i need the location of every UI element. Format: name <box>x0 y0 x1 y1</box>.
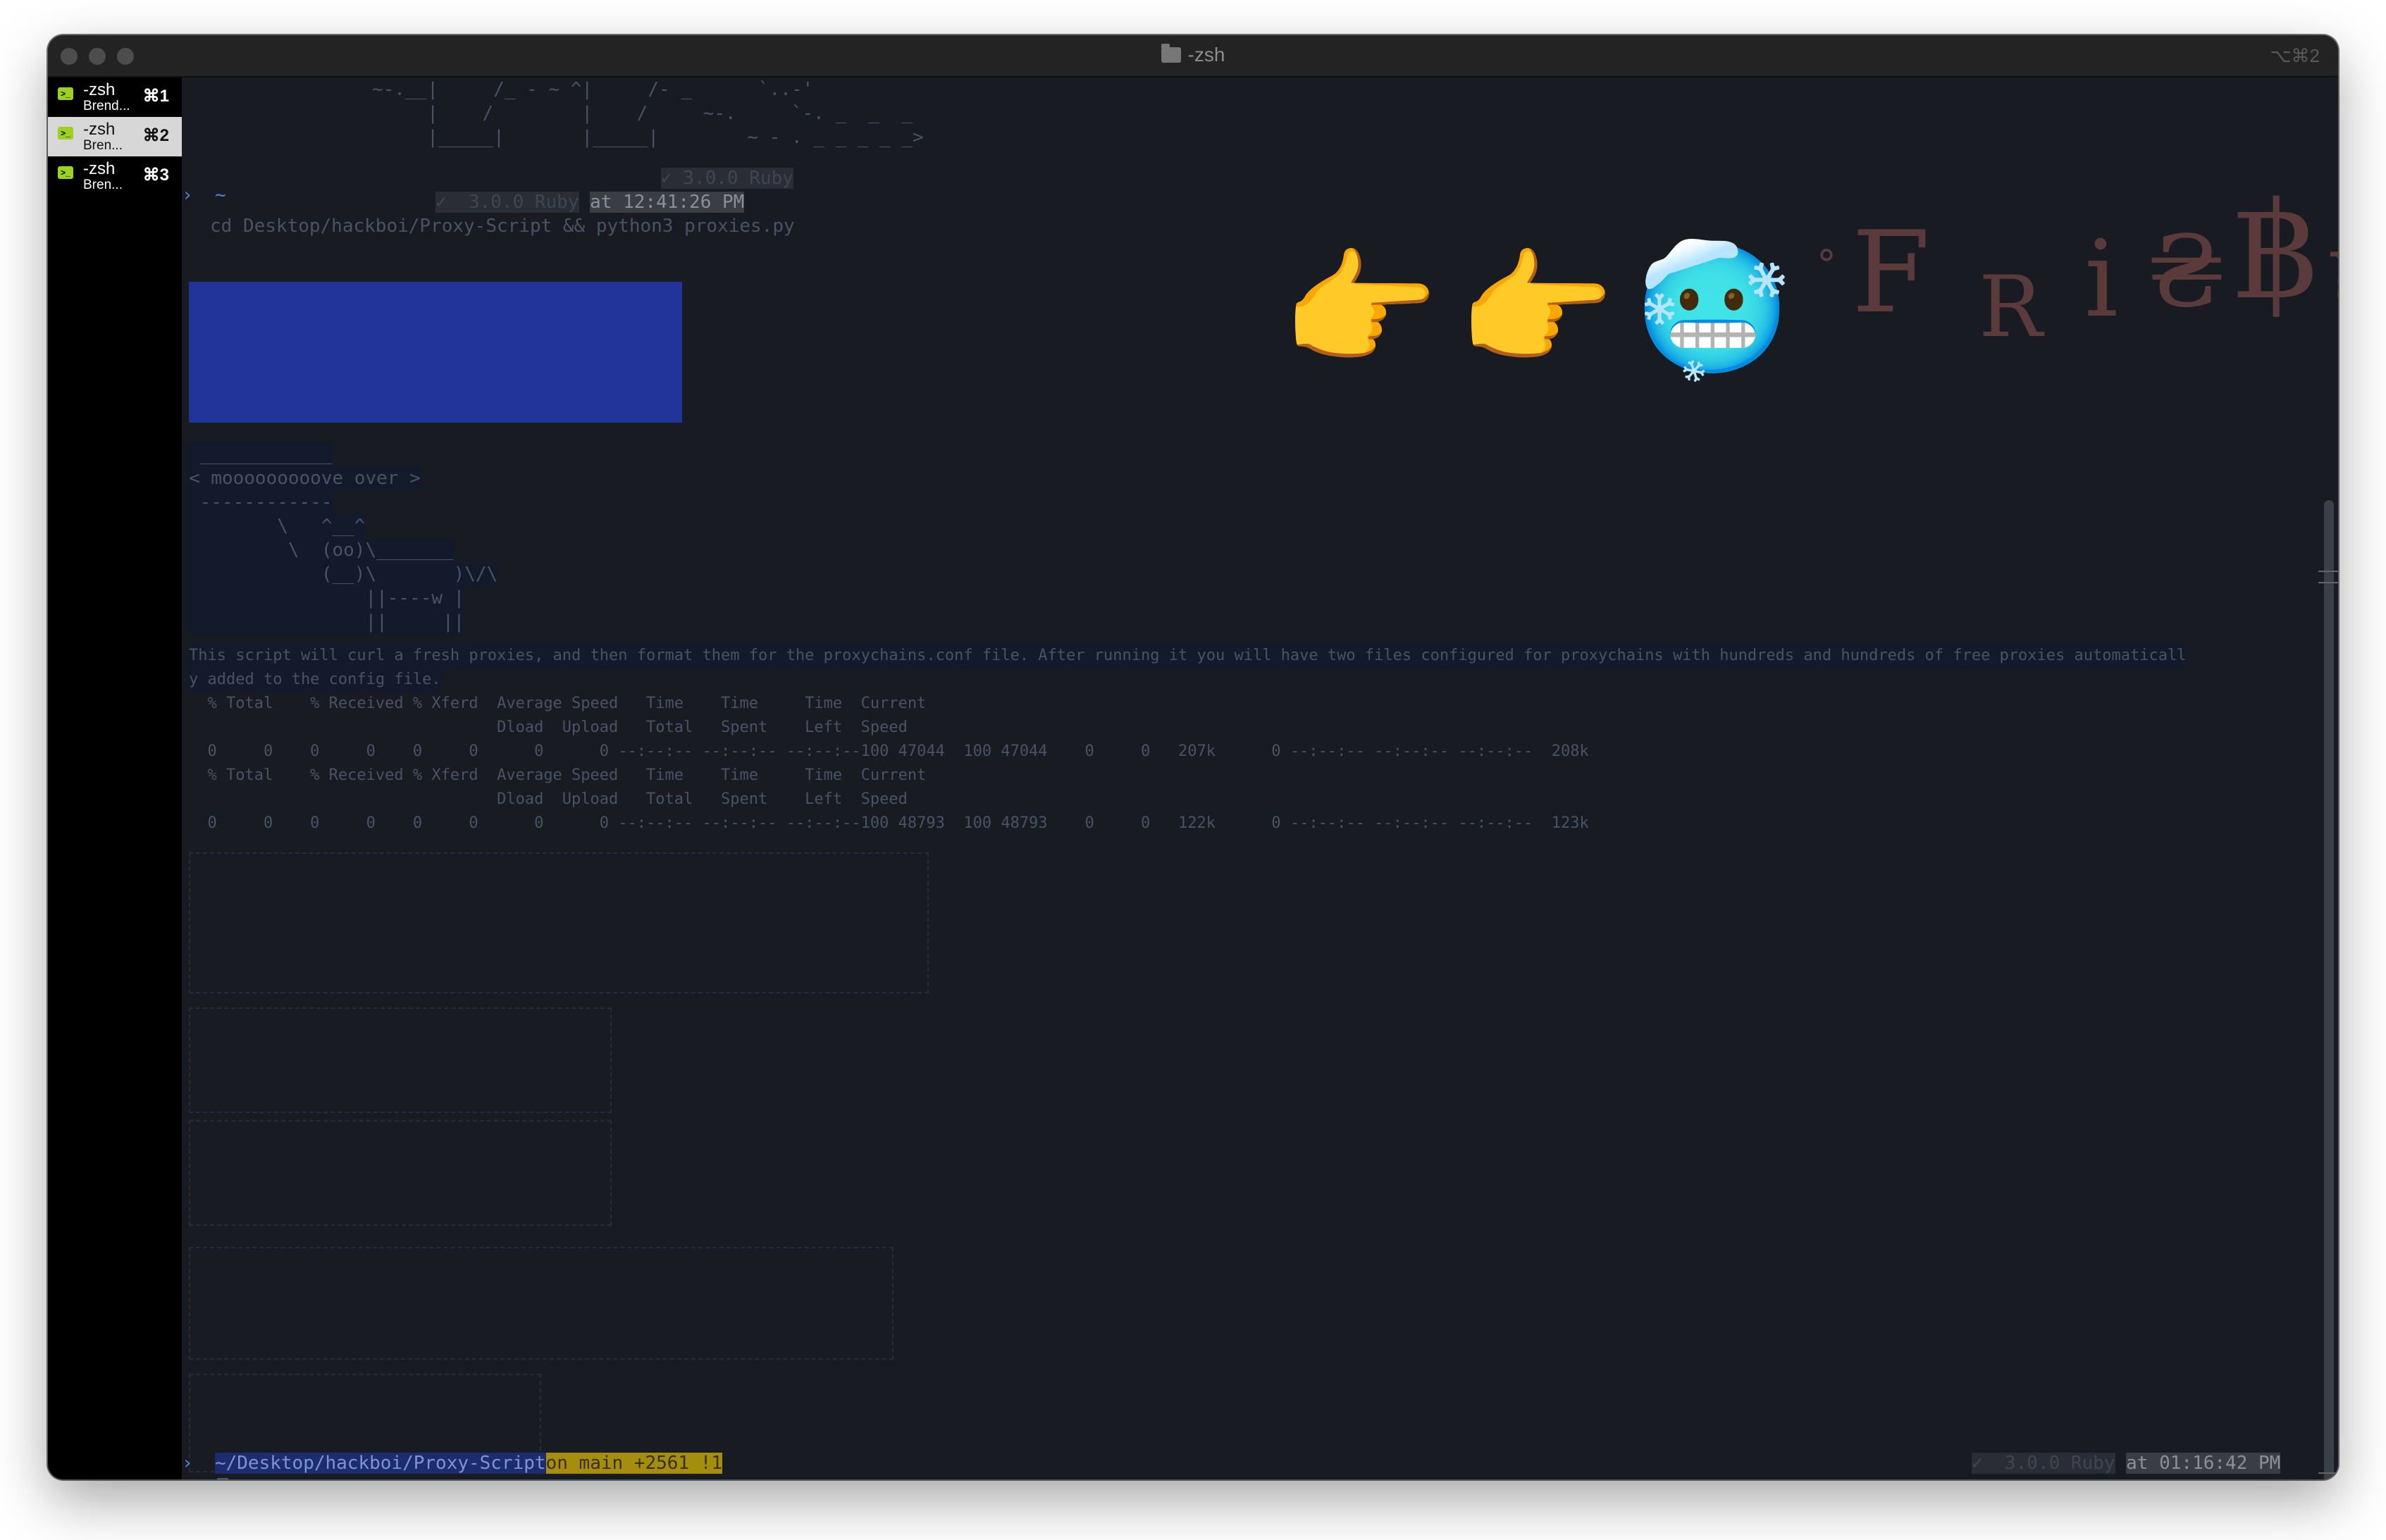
tab-name: -zsh <box>83 159 116 178</box>
banner-char: F <box>1852 206 1931 338</box>
prompt-time: at 01:16:42 PM <box>2126 1453 2281 1474</box>
cold-face-icon: 🥶 <box>1633 236 1792 383</box>
window-title: -zsh <box>48 44 2338 66</box>
curl-header: % Total % Received % Xferd Average Speed… <box>189 766 927 784</box>
terminal-output[interactable]: ~-.__| /_ - ~ ^| /- _ `..-' | / | / ~-. … <box>182 77 2338 1479</box>
banner-art: 👉 👉 🥶 ° F R i ₴ ฿ ¥ <box>1281 173 2338 409</box>
tab-zsh-3[interactable]: >_ -zsh Bren... ⌘3 <box>48 156 182 196</box>
cowsay-line: ------------ <box>189 490 333 514</box>
tab-zsh-2[interactable]: >_ -zsh Bren... ⌘2 <box>48 117 182 156</box>
curl-header: % Total % Received % Xferd Average Speed… <box>189 695 927 712</box>
terminal-icon: >_ <box>58 87 73 100</box>
prompt-line: › ~ <box>182 183 226 207</box>
prompt-path: ~/Desktop/hackboi/Proxy-Script <box>214 1453 546 1474</box>
cowsay-line: \ (oo)\_______ <box>189 538 454 562</box>
curl-header: Dload Upload Total Spent Left Speed <box>189 719 908 736</box>
terminal-window: -zsh ⌥⌘2 >_ -zsh Brend... ⌘1 >_ -zsh Bre… <box>48 35 2338 1479</box>
scroll-mark <box>2318 571 2338 572</box>
curl-header: Dload Upload Total Spent Left Speed <box>189 790 908 808</box>
ascii-banner-block <box>189 282 682 423</box>
cowsay-line: || || <box>189 610 465 634</box>
pointing-finger-icon: 👉 <box>1281 236 1440 383</box>
prompt-marker: › <box>182 185 193 206</box>
banner-char: ¥ <box>2331 241 2338 333</box>
ascii-art-block <box>189 1120 612 1226</box>
cowsay-line: \ ^__^ <box>189 514 366 538</box>
tab-shortcut: ⌘2 <box>142 126 169 145</box>
prompt-right: ✓ 3.0.0 Ruby at 12:41:26 PM <box>435 192 745 213</box>
cowsay-line: < mooooooooove over > <box>189 466 421 490</box>
tab-zsh-1[interactable]: >_ -zsh Brend... ⌘1 <box>48 77 182 117</box>
folder-icon <box>1161 44 1181 63</box>
ascii-art-block <box>189 1007 612 1113</box>
terminal-icon: >_ <box>58 166 73 179</box>
ascii-art-line: ~-.__| /_ - ~ ^| /- _ `..-' <box>372 79 814 100</box>
scroll-mark <box>2318 582 2338 583</box>
ascii-art-line: |_____| |_____| ~ - . _ _ _ _ _> <box>372 127 924 148</box>
cowsay-line: (__)\ )\/\ <box>189 562 498 586</box>
ascii-art-block <box>189 852 929 993</box>
tab-subtitle: Bren... <box>83 138 123 153</box>
text-cursor <box>217 1478 228 1479</box>
prompt-time: at 12:41:26 PM <box>590 192 745 213</box>
prompt-marker: › <box>182 1453 193 1474</box>
ascii-art-block <box>189 1247 894 1360</box>
tab-name: -zsh <box>83 120 116 139</box>
banner-char: R <box>1979 259 2043 356</box>
pointing-finger-icon: 👉 <box>1457 236 1616 383</box>
terminal-icon: >_ <box>58 127 73 139</box>
command-line: cd Desktop/hackboi/Proxy-Script && pytho… <box>210 216 795 237</box>
curl-progress: 0 0 0 0 0 0 0 0 --:--:-- --:--:-- --:--:… <box>189 743 1589 760</box>
cowsay-line: ____________ <box>189 442 333 466</box>
tab-subtitle: Brend... <box>83 99 130 113</box>
cowsay-line: ||----w | <box>189 586 465 610</box>
banner-char: ° <box>1817 242 1836 288</box>
ruby-status: ✓ 3.0.0 Ruby <box>661 168 793 189</box>
tab-name: -zsh <box>83 80 116 99</box>
ascii-art-line: | / | / ~-. `-. _ _ _ <box>372 103 913 124</box>
banner-char: i <box>2084 218 2118 341</box>
tab-shortcut: ⌘3 <box>142 166 169 185</box>
tab-sidebar: >_ -zsh Brend... ⌘1 >_ -zsh Bren... ⌘2 >… <box>48 77 182 1479</box>
curl-progress: 0 0 0 0 0 0 0 0 --:--:-- --:--:-- --:--:… <box>189 814 1589 832</box>
banner-char: ฿ <box>2232 173 2318 329</box>
banner-char: ₴ <box>2148 215 2225 330</box>
prompt-dir: ~ <box>214 185 226 206</box>
prompt-line: › ~/Desktop/hackboi/Proxy-Scripton main … <box>182 1451 723 1475</box>
tab-shortcut: ⌘1 <box>142 87 169 106</box>
info-text: y added to the config file. <box>189 668 441 692</box>
git-status: on main +2561 !1 <box>545 1453 723 1474</box>
window-shortcut: ⌥⌘2 <box>2270 45 2320 66</box>
info-text: This script will curl a fresh proxies, a… <box>189 644 2187 668</box>
tab-subtitle: Bren... <box>83 178 123 192</box>
scroll-mark <box>2318 1472 2338 1474</box>
prompt-right: ✓ 3.0.0 Ruby at 01:16:42 PM <box>1972 1453 2281 1474</box>
scrollbar[interactable] <box>2324 500 2334 1479</box>
title-bar: -zsh ⌥⌘2 <box>48 35 2338 77</box>
